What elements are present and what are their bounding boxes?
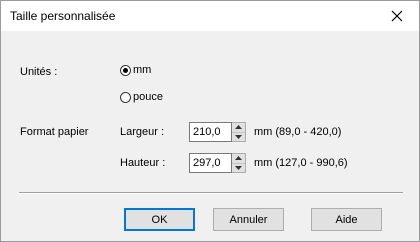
title-bar: Taille personnalisée — [1, 1, 419, 31]
cancel-button[interactable]: Annuler — [213, 208, 284, 231]
paper-format-label: Format papier — [20, 126, 89, 138]
width-up-button[interactable] — [232, 123, 245, 132]
unit-inch-label: pouce — [133, 91, 163, 103]
unit-radio-mm[interactable]: mm — [120, 64, 151, 76]
radio-indicator — [120, 91, 131, 103]
close-button[interactable] — [375, 1, 419, 31]
radio-indicator — [120, 64, 131, 76]
height-spinbox — [189, 153, 246, 173]
chevron-up-icon — [235, 125, 242, 130]
chevron-up-icon — [235, 156, 242, 161]
width-down-button[interactable] — [232, 131, 245, 142]
chevron-down-icon — [235, 134, 242, 139]
separator — [19, 192, 403, 194]
unit-mm-label: mm — [133, 64, 152, 76]
height-input[interactable] — [189, 153, 232, 173]
units-label: Unités : — [20, 66, 58, 78]
height-label: Hauteur : — [120, 157, 166, 169]
dialog-title: Taille personnalisée — [10, 9, 116, 23]
width-input[interactable] — [189, 122, 232, 142]
width-range: mm (89,0 - 420,0) — [254, 126, 342, 138]
chevron-down-icon — [235, 165, 242, 170]
help-button[interactable]: Aide — [311, 208, 382, 231]
width-spinbox — [189, 122, 246, 142]
unit-radio-inch[interactable]: pouce — [120, 91, 163, 103]
height-range: mm (127,0 - 990,6) — [254, 157, 348, 169]
height-up-button[interactable] — [232, 154, 245, 163]
height-down-button[interactable] — [232, 162, 245, 173]
ok-button[interactable]: OK — [124, 208, 195, 231]
close-icon — [391, 10, 403, 22]
custom-size-dialog: Taille personnalisée Unités : mm pouce F… — [0, 0, 420, 242]
width-label: Largeur : — [120, 126, 165, 138]
